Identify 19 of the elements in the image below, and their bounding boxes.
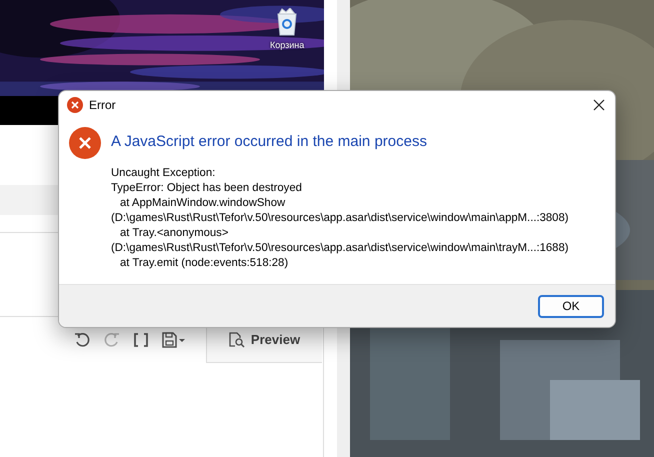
brackets-icon[interactable] [134,333,148,347]
message-line: at Tray.emit (node:events:518:28) [119,256,290,271]
message-line: (D:\games\Rust\Rust\Tefor\v.50\resources\app.asar\dist\service\window\main\appM...:3808) [111,211,569,226]
close-icon[interactable] [593,99,605,111]
recycle-bin-icon[interactable] [276,8,298,36]
error-icon [67,97,83,113]
message-line: (D:\games\Rust\Rust\Tefor\v.50\resources\app.asar\dist\service\window\main\trayM...:1688) [111,241,569,256]
ok-button[interactable]: OK [538,294,604,318]
window-title: Error [89,98,116,112]
error-heading: A JavaScript error occurred in the main process [111,133,428,150]
icon-label[interactable]: Корзина [270,40,304,50]
document-search-icon [228,332,245,348]
message-line: at AppMainWindow.windowShow [119,196,286,211]
undo-icon[interactable] [74,332,90,348]
message-line: Uncaught Exception: [111,166,216,181]
save-icon[interactable] [162,332,186,348]
message-line: TypeError: Object has been destroyed [111,181,303,196]
error-icon [69,127,101,159]
message-line: at Tray.<anonymous> [119,226,230,241]
